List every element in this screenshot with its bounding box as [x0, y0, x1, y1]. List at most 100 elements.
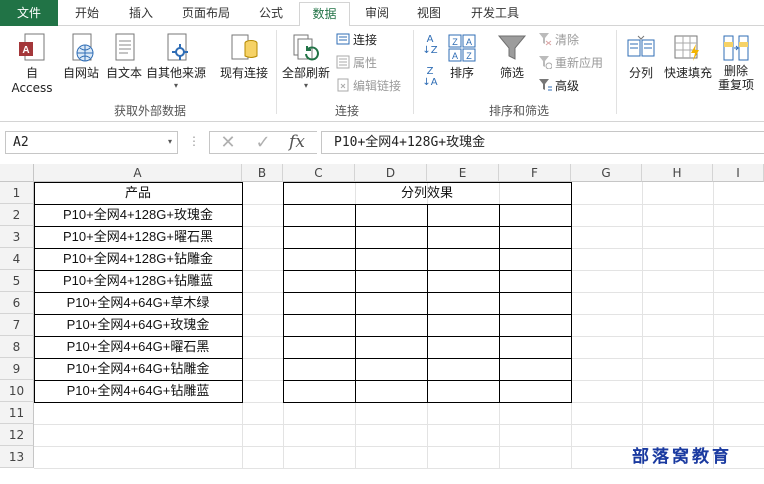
- cell-border: [34, 270, 243, 271]
- cell-border: [283, 336, 572, 337]
- cell-a10[interactable]: P10+全网4+64G+钻雕蓝: [34, 380, 242, 402]
- existing-connections-button[interactable]: 现有连接: [216, 32, 272, 81]
- remove-duplicates-button[interactable]: 删除 重复项: [714, 32, 758, 92]
- cell-border: [34, 336, 243, 337]
- formula-input[interactable]: P10+全网4+128G+玫瑰金: [321, 131, 764, 154]
- cell-border: [427, 204, 428, 403]
- tab-formulas[interactable]: 公式: [246, 0, 296, 26]
- reapply-icon: [538, 55, 553, 70]
- row-header-8[interactable]: 8: [0, 336, 34, 358]
- ribbon-tab-bar: 文件 开始 插入 页面布局 公式 数据 审阅 视图 开发工具: [0, 0, 764, 27]
- column-header-i[interactable]: I: [713, 164, 764, 182]
- cell-a1-header[interactable]: 产品: [34, 182, 242, 204]
- cell-border: [34, 292, 243, 293]
- svg-text:Z: Z: [466, 51, 472, 61]
- refresh-all-button[interactable]: 全部刷新 ▾: [280, 32, 332, 91]
- worksheet-grid[interactable]: ABCDEFGHI 1 2 3 4 5 6 7 8 9 10 11 12 13 产品 P10+全网4+12…: [0, 164, 764, 484]
- row-header-1[interactable]: 1: [0, 182, 34, 204]
- row-header-5[interactable]: 5: [0, 270, 34, 292]
- cell-a4[interactable]: P10+全网4+128G+钻雕金: [34, 248, 242, 270]
- chevron-down-icon: ▾: [303, 81, 308, 90]
- cell-a8[interactable]: P10+全网4+64G+曜石黑: [34, 336, 242, 358]
- row-header-13[interactable]: 13: [0, 446, 34, 468]
- row-header-9[interactable]: 9: [0, 358, 34, 380]
- watermark-text: 部落窝教育: [632, 447, 732, 467]
- row-header-3[interactable]: 3: [0, 226, 34, 248]
- sort-ascending-button[interactable]: A ↓Z: [418, 34, 442, 56]
- cell-a6[interactable]: P10+全网4+64G+草木绿: [34, 292, 242, 314]
- text-to-columns-button[interactable]: 分列: [622, 32, 660, 81]
- cell-border: [499, 204, 500, 403]
- column-header-d[interactable]: D: [355, 164, 427, 182]
- column-header-c[interactable]: C: [283, 164, 355, 182]
- cell-border: [34, 204, 243, 205]
- from-access-button[interactable]: A 自 Access: [4, 32, 60, 95]
- cell-border: [283, 248, 572, 249]
- column-header-g[interactable]: G: [571, 164, 642, 182]
- clear-filter-button[interactable]: 清除: [538, 30, 579, 50]
- advanced-filter-button[interactable]: 高级: [538, 76, 579, 96]
- group-label-connections: 连接: [334, 104, 359, 118]
- group-divider: [276, 30, 277, 114]
- remove-duplicates-icon: [720, 32, 752, 64]
- flash-fill-button[interactable]: 快速填充: [662, 32, 714, 81]
- column-header-e[interactable]: E: [427, 164, 499, 182]
- svg-text:Z: Z: [452, 37, 458, 47]
- cell-a7[interactable]: P10+全网4+64G+玫瑰金: [34, 314, 242, 336]
- group-label-get-external-data: 获取外部数据: [113, 104, 186, 118]
- edit-links-button[interactable]: 编辑链接: [336, 76, 401, 96]
- cell-border: [283, 270, 572, 271]
- enter-check-icon[interactable]: ✓: [248, 132, 278, 153]
- row-header-7[interactable]: 7: [0, 314, 34, 336]
- cell-a5[interactable]: P10+全网4+128G+钻雕蓝: [34, 270, 242, 292]
- formula-bar-grip-icon[interactable]: ⋮: [188, 131, 200, 154]
- existing-connections-icon: [228, 32, 260, 64]
- tab-file[interactable]: 文件: [0, 0, 58, 26]
- cell-border: [34, 248, 243, 249]
- from-web-button[interactable]: 自网站: [60, 32, 102, 81]
- from-other-sources-button[interactable]: 自其他来源 ▾: [144, 32, 208, 91]
- column-header-h[interactable]: H: [642, 164, 713, 182]
- cell-c1-merged-header[interactable]: 分列效果: [283, 182, 571, 204]
- flash-fill-icon: [672, 32, 704, 64]
- row-header-12[interactable]: 12: [0, 424, 34, 446]
- connections-button[interactable]: 连接: [336, 30, 377, 50]
- cancel-icon[interactable]: ✕: [213, 132, 243, 153]
- column-header-b[interactable]: B: [242, 164, 283, 182]
- row-header-11[interactable]: 11: [0, 402, 34, 424]
- row-header-6[interactable]: 6: [0, 292, 34, 314]
- column-header-f[interactable]: F: [499, 164, 571, 182]
- cell-a2[interactable]: P10+全网4+128G+玫瑰金: [34, 204, 242, 226]
- sort-descending-button[interactable]: Z ↓A: [418, 66, 442, 88]
- from-text-button[interactable]: 自文本: [102, 32, 146, 81]
- gridline: [34, 424, 764, 425]
- insert-function-icon[interactable]: fx: [282, 132, 312, 153]
- tab-data[interactable]: 数据: [299, 2, 350, 27]
- tab-view[interactable]: 视图: [406, 0, 452, 26]
- cell-a3[interactable]: P10+全网4+128G+曜石黑: [34, 226, 242, 248]
- tab-page-layout[interactable]: 页面布局: [170, 0, 242, 26]
- cell-a9[interactable]: P10+全网4+64G+钻雕金: [34, 358, 242, 380]
- cell-border: [283, 402, 572, 403]
- properties-button[interactable]: 属性: [336, 53, 377, 73]
- tab-developer[interactable]: 开发工具: [458, 0, 532, 26]
- tab-review[interactable]: 审阅: [354, 0, 400, 26]
- row-header-4[interactable]: 4: [0, 248, 34, 270]
- reapply-button[interactable]: 重新应用: [538, 53, 603, 73]
- tab-home[interactable]: 开始: [62, 0, 112, 26]
- row-header-10[interactable]: 10: [0, 380, 34, 402]
- sort-descending-icon: Z ↓A: [422, 66, 438, 88]
- cell-border: [34, 314, 243, 315]
- column-header-a[interactable]: A: [34, 164, 242, 182]
- cell-border: [283, 314, 572, 315]
- chevron-down-icon[interactable]: ▾: [162, 131, 178, 154]
- name-box[interactable]: A2: [5, 131, 178, 154]
- gridline: [34, 468, 764, 469]
- sort-button[interactable]: ZAAZ 排序: [444, 32, 480, 81]
- web-globe-icon: [65, 32, 97, 64]
- filter-button[interactable]: 筛选: [494, 32, 530, 81]
- select-all-corner[interactable]: [0, 164, 34, 182]
- formula-bar: A2 ▾ ⋮ ✕ ✓ fx P10+全网4+128G+玫瑰金: [0, 122, 764, 164]
- tab-insert[interactable]: 插入: [116, 0, 166, 26]
- row-header-2[interactable]: 2: [0, 204, 34, 226]
